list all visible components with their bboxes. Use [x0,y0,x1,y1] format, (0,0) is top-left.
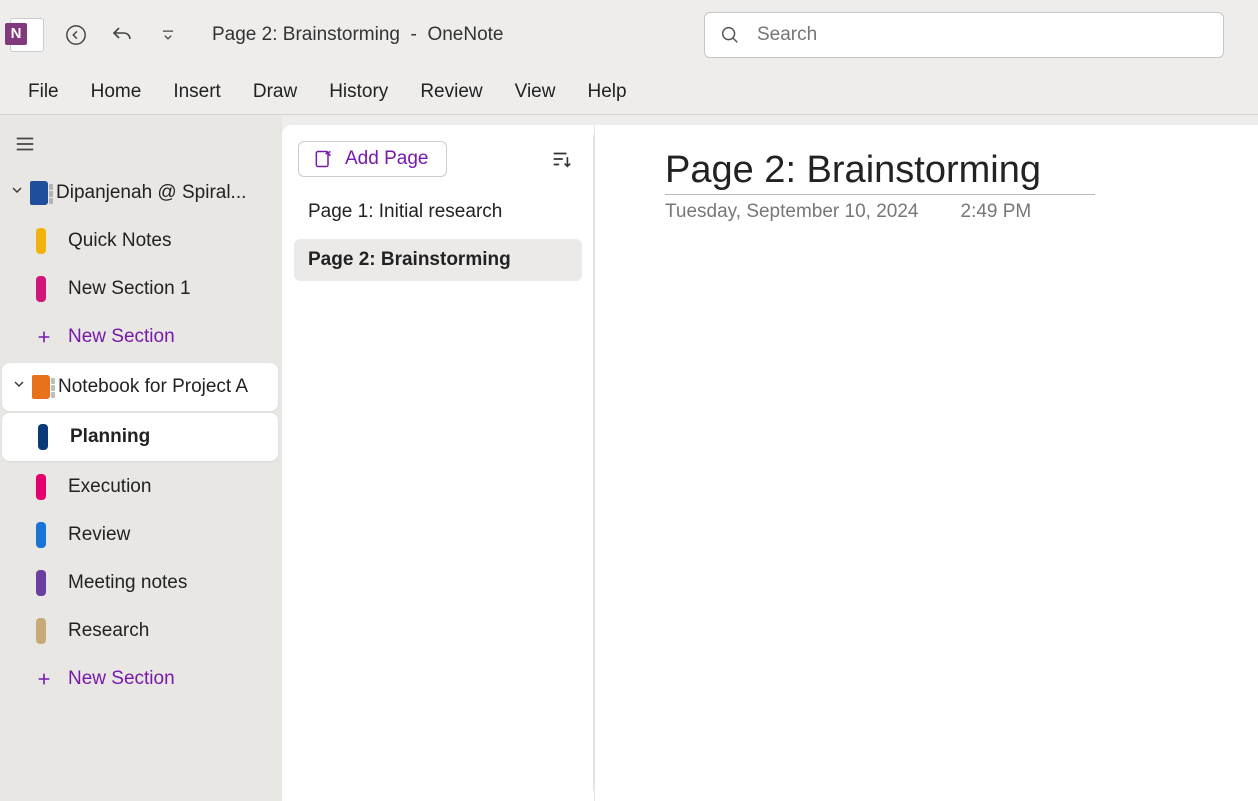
notebook-nav: Dipanjenah @ Spiral... Quick Notes New Sec… [0,115,282,801]
menu-home[interactable]: Home [91,81,142,103]
app-icon [10,18,44,52]
title-page-name: Page 2: Brainstorming [212,24,400,45]
menu-bar: File Home Insert Draw History Review View Help [0,70,1258,115]
new-section-label: New Section [68,668,282,690]
section-color-tab [36,522,46,548]
page-datetime: Tuesday, September 10, 2024 2:49 PM [665,201,1258,223]
menu-review[interactable]: Review [420,81,482,103]
chevron-down-icon [6,376,32,398]
sort-pages-button[interactable] [544,142,578,176]
page-title-input[interactable]: Page 2: Brainstorming [665,149,1095,195]
title-bar: Page 2: Brainstorming - OneNote [0,0,1258,70]
section-color-tab [36,570,46,596]
section-label: Planning [70,426,278,448]
search-icon [719,24,741,46]
notebook-row[interactable]: Notebook for Project A [2,363,278,411]
page-list-item[interactable]: Page 2: Brainstorming [294,239,582,281]
notebook-row[interactable]: Dipanjenah @ Spiral... [0,169,282,217]
undo-button[interactable] [102,15,142,55]
sort-descending-icon [550,148,572,170]
search-input[interactable] [755,23,1209,47]
section-row[interactable]: Quick Notes [0,217,282,265]
add-page-icon [313,149,333,169]
menu-file[interactable]: File [28,81,59,103]
section-color-tab [38,424,48,450]
page-list-item[interactable]: Page 1: Initial research [294,191,582,233]
add-page-label: Add Page [345,148,428,170]
page-list-pane: Add Page Page 1: Initial research Page 2:… [282,125,595,801]
notebook-icon [32,375,50,399]
section-label: Review [68,524,282,546]
notebook-icon [30,181,48,205]
section-color-tab [36,618,46,644]
menu-insert[interactable]: Insert [173,81,221,103]
plus-icon [34,669,54,689]
section-label: New Section 1 [68,278,282,300]
new-section-button[interactable]: New Section [0,313,282,361]
menu-view[interactable]: View [515,81,556,103]
new-section-label: New Section [68,326,282,348]
section-label: Execution [68,476,282,498]
section-color-tab [36,474,46,500]
notebook-label: Dipanjenah @ Spiral... [56,182,282,204]
section-label: Quick Notes [68,230,282,252]
section-row[interactable]: Review [0,511,282,559]
qat-dropdown-button[interactable] [148,15,188,55]
page-time: 2:49 PM [961,201,1032,223]
back-button[interactable] [56,15,96,55]
add-page-button[interactable]: Add Page [298,141,447,177]
title-app-name: OneNote [427,24,503,45]
menu-help[interactable]: Help [587,81,626,103]
section-label: Meeting notes [68,572,282,594]
new-section-button[interactable]: New Section [0,655,282,703]
menu-draw[interactable]: Draw [253,81,297,103]
section-label: Research [68,620,282,642]
section-row[interactable]: Meeting notes [0,559,282,607]
section-row[interactable]: New Section 1 [0,265,282,313]
notebook-label: Notebook for Project A [58,376,278,398]
chevron-down-icon [4,182,30,204]
search-box[interactable] [704,12,1224,58]
plus-icon [34,327,54,347]
section-row[interactable]: Research [0,607,282,655]
section-row[interactable]: Execution [0,463,282,511]
section-color-tab [36,276,46,302]
section-row[interactable]: Planning [2,413,278,461]
menu-history[interactable]: History [329,81,388,103]
section-color-tab [36,228,46,254]
nav-toggle-button[interactable] [8,127,42,161]
page-canvas[interactable]: Page 2: Brainstorming Tuesday, September… [595,125,1258,801]
window-title: Page 2: Brainstorming - OneNote [212,24,504,46]
page-date: Tuesday, September 10, 2024 [665,201,919,223]
